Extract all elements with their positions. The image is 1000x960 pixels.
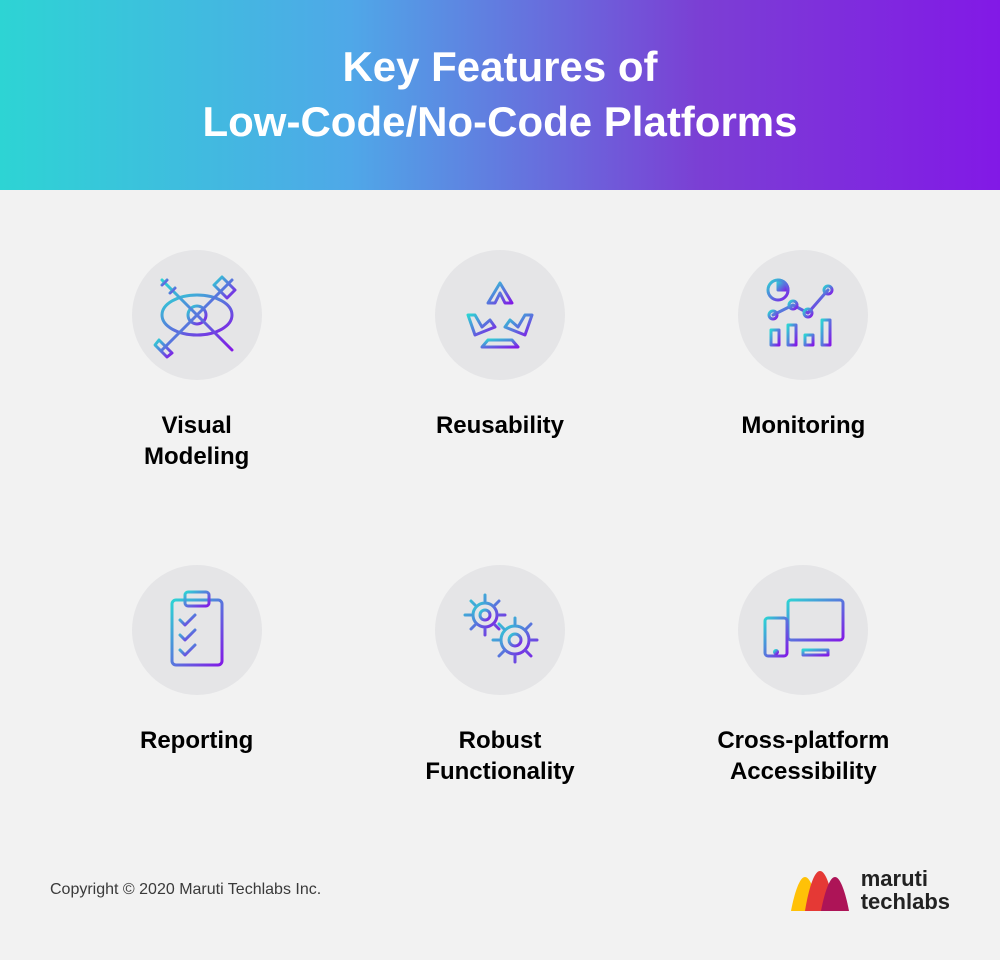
robust-functionality-icon bbox=[435, 565, 565, 695]
visual-modeling-icon bbox=[132, 250, 262, 380]
monitoring-icon bbox=[738, 250, 868, 380]
copyright-text: Copyright © 2020 Maruti Techlabs Inc. bbox=[50, 881, 321, 899]
feature-reusability: Reusability bbox=[363, 250, 636, 515]
feature-label: Visual Modeling bbox=[144, 410, 249, 472]
features-grid: Visual Modeling Reusability bbox=[0, 190, 1000, 850]
footer: Copyright © 2020 Maruti Techlabs Inc. ma… bbox=[0, 850, 1000, 960]
feature-label: Monitoring bbox=[741, 410, 865, 441]
feature-reporting: Reporting bbox=[60, 565, 333, 830]
brand-logo-text: maruti techlabs bbox=[861, 867, 950, 913]
cross-platform-icon bbox=[738, 565, 868, 695]
feature-visual-modeling: Visual Modeling bbox=[60, 250, 333, 515]
feature-cross-platform: Cross-platform Accessibility bbox=[667, 565, 940, 830]
page-title: Key Features of Low-Code/No-Code Platfor… bbox=[203, 40, 798, 149]
feature-label: Robust Functionality bbox=[425, 725, 574, 787]
feature-label: Reusability bbox=[436, 410, 564, 441]
header-banner: Key Features of Low-Code/No-Code Platfor… bbox=[0, 0, 1000, 190]
feature-label: Reporting bbox=[140, 725, 253, 756]
feature-monitoring: Monitoring bbox=[667, 250, 940, 515]
feature-label: Cross-platform Accessibility bbox=[717, 725, 889, 787]
feature-robust-functionality: Robust Functionality bbox=[363, 565, 636, 830]
reporting-icon bbox=[132, 565, 262, 695]
brand-line1: maruti bbox=[861, 867, 950, 890]
reusability-icon bbox=[435, 250, 565, 380]
brand-logo-mark-icon bbox=[791, 869, 849, 911]
brand-line2: techlabs bbox=[861, 890, 950, 913]
brand-logo: maruti techlabs bbox=[791, 867, 950, 913]
